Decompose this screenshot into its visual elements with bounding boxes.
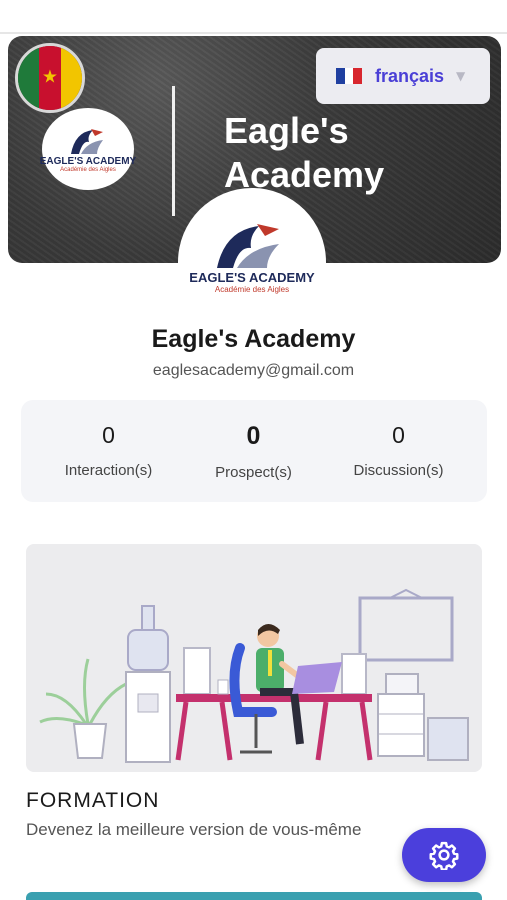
stat-value: 0 (246, 422, 261, 450)
gear-icon (429, 841, 459, 870)
card-title: FORMATION (26, 789, 160, 812)
academy-logo-small: EAGLE'S ACADEMY Académie des Aigles (39, 108, 137, 190)
stats-panel: 0 Interaction(s) 0 Prospect(s) 0 Discuss… (21, 400, 487, 502)
next-card-peek[interactable] (26, 892, 482, 900)
stat-discussions[interactable]: 0 Discussion(s) (321, 400, 476, 502)
chevron-down-icon: ▼ (456, 69, 466, 83)
stat-interactions[interactable]: 0 Interaction(s) (31, 400, 186, 502)
cameroon-flag-icon: ★ (15, 43, 85, 113)
banner-title-line1: Eagle's (224, 110, 349, 151)
stat-prospects[interactable]: 0 Prospect(s) (176, 400, 331, 502)
language-label: français (375, 65, 445, 86)
banner-divider (172, 86, 175, 216)
formation-illustration[interactable] (26, 544, 482, 772)
avatar-brand-text: EAGLE'S ACADEMY (189, 270, 315, 285)
logo-sub-text: Académie des Aigles (60, 166, 116, 173)
stat-label: Discussion(s) (353, 462, 444, 479)
profile-name: Eagle's Academy (151, 325, 356, 353)
settings-fab[interactable] (402, 828, 486, 882)
stat-label: Prospect(s) (215, 464, 292, 481)
stat-value: 0 (392, 422, 405, 448)
card-subtitle: Devenez la meilleure version de vous-mêm… (26, 820, 362, 839)
stat-label: Interaction(s) (64, 462, 153, 479)
language-selector[interactable]: français ▼ (316, 48, 490, 104)
stat-value: 0 (102, 422, 115, 448)
avatar-sub-text: Académie des Aigles (214, 285, 290, 294)
profile-email: eaglesacademy@gmail.com (152, 362, 355, 379)
fr-flag-icon (336, 68, 363, 84)
logo-brand-text: EAGLE'S ACADEMY (39, 155, 137, 167)
top-bar (0, 0, 507, 34)
